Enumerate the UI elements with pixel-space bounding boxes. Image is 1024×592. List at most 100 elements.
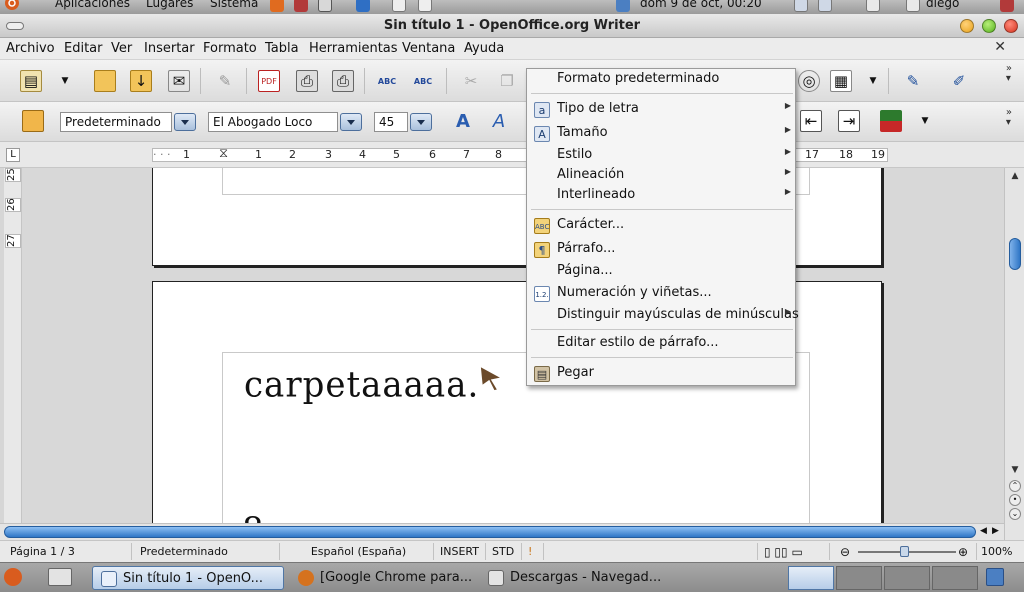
ctx-pegar[interactable]: ▤ Pegar [528, 363, 795, 384]
network-icon[interactable] [616, 0, 630, 12]
zoom-in-icon[interactable]: ⊕ [958, 545, 968, 559]
font-name-combo[interactable]: El Abogado Loco [208, 112, 338, 132]
view-layout-icons[interactable]: ▯ ▯▯ ▭ [760, 543, 830, 560]
file-manager-icon[interactable] [48, 568, 72, 586]
status-zoom[interactable]: 100% [976, 543, 1020, 560]
table-dropdown-icon[interactable]: ▼ [866, 70, 880, 92]
launcher-icon[interactable] [318, 0, 332, 12]
next-page-icon[interactable]: ⌄ [1009, 508, 1021, 520]
font-size-combo[interactable]: 45 [374, 112, 408, 132]
power-icon[interactable] [1000, 0, 1014, 12]
tray-icon[interactable] [818, 0, 832, 12]
taskbar-item-chrome[interactable]: [Google Chrome para... [290, 566, 480, 590]
ctx-distinguir-mayusculas[interactable]: Distinguir mayúsculas de minúsculas ▶ [528, 305, 799, 326]
menu-ayuda[interactable]: Ayuda [464, 41, 504, 56]
edit-file-icon[interactable]: ✎ [214, 70, 236, 92]
export-pdf-icon[interactable]: PDF [258, 70, 280, 92]
ctx-estilo[interactable]: Estilo ▶ [528, 145, 795, 166]
ctx-interlineado[interactable]: Interlineado ▶ [528, 185, 795, 206]
horizontal-scrollbar[interactable]: ◀ ▶ [0, 523, 1004, 540]
status-page[interactable]: Página 1 / 3 [6, 543, 132, 560]
menu-ventana[interactable]: Ventana [402, 41, 455, 56]
close-document-icon[interactable]: ✕ [994, 39, 1006, 55]
table-icon[interactable]: ▦ [830, 70, 852, 92]
menu-tabla[interactable]: Tabla [265, 41, 299, 56]
increase-indent-icon[interactable]: ⇥ [838, 110, 860, 132]
menu-herramientas[interactable]: Herramientas [309, 41, 398, 56]
toolbar-overflow-icon[interactable]: » ▾ [1006, 108, 1012, 128]
close-window-icon[interactable] [1004, 19, 1018, 33]
status-language[interactable]: Español (España) [284, 543, 434, 560]
ctx-numeracion-vinetas[interactable]: 1.2. Numeración y viñetas... [528, 283, 795, 304]
launcher-icon[interactable] [356, 0, 370, 12]
ubuntu-logo-icon[interactable] [4, 0, 20, 14]
ctx-tamano[interactable]: A Tamaño ▶ [528, 123, 795, 144]
workspace-2[interactable] [836, 566, 882, 590]
paragraph-style-dropdown[interactable] [174, 113, 196, 131]
copy-icon[interactable]: ❐ [496, 70, 518, 92]
ctx-alineacion[interactable]: Alineación ▶ [528, 165, 795, 186]
gallery-icon[interactable]: ✐ [948, 70, 970, 92]
previous-page-icon[interactable]: ⌃ [1009, 480, 1021, 492]
save-icon[interactable]: ↓ [130, 70, 152, 92]
print-icon[interactable]: ⎙ [296, 70, 318, 92]
draw-functions-icon[interactable]: ✎ [902, 70, 924, 92]
italic-icon[interactable]: A [488, 110, 510, 132]
workspace-4[interactable] [932, 566, 978, 590]
workspace-3[interactable] [884, 566, 930, 590]
ctx-tipo-de-letra[interactable]: a Tipo de letra ▶ [528, 99, 795, 120]
status-selection-mode[interactable]: STD [488, 543, 522, 560]
maximize-icon[interactable] [982, 19, 996, 33]
new-document-icon[interactable]: ▤ [20, 70, 42, 92]
background-color-icon[interactable] [880, 110, 902, 132]
ctx-caracter[interactable]: ABC Carácter... [528, 215, 795, 236]
scroll-right-icon[interactable]: ▶ [992, 526, 999, 536]
status-page-style[interactable]: Predeterminado [136, 543, 280, 560]
document-text[interactable]: carpetaaaaa. [244, 364, 479, 406]
vertical-scroll-thumb[interactable] [1009, 238, 1021, 270]
document-area[interactable]: carpetaaaaa. 8 [22, 168, 1004, 523]
launcher-icon[interactable] [418, 0, 432, 12]
clock[interactable]: dom 9 de oct, 00:20 [640, 0, 762, 10]
document-modified-icon[interactable]: ! [524, 543, 544, 560]
horizontal-scroll-thumb[interactable] [4, 526, 976, 538]
menu-sistema[interactable]: Sistema [210, 0, 258, 10]
show-desktop-icon[interactable] [4, 568, 22, 586]
spellcheck-icon[interactable]: ABC [376, 70, 398, 92]
tab-selector[interactable]: L [6, 148, 20, 162]
menu-archivo[interactable]: Archivo [6, 41, 55, 56]
vertical-ruler[interactable]: 25 26 27 [4, 168, 22, 523]
ctx-formato-predeterminado[interactable]: Formato predeterminado [528, 69, 795, 90]
minimize-icon[interactable] [960, 19, 974, 33]
scroll-left-icon[interactable]: ◀ [980, 526, 987, 536]
print-preview-icon[interactable]: ⎙ [332, 70, 354, 92]
launcher-icon[interactable] [392, 0, 406, 12]
autospellcheck-icon[interactable]: ABC [412, 70, 434, 92]
ctx-parrafo[interactable]: ¶ Párrafo... [528, 239, 795, 260]
color-dropdown-icon[interactable]: ▼ [918, 110, 932, 132]
menu-aplicaciones[interactable]: Aplicaciones [55, 0, 130, 10]
taskbar-item-writer[interactable]: Sin título 1 - OpenO... [92, 566, 284, 590]
scroll-up-icon[interactable]: ▲ [1008, 170, 1022, 182]
workspace-1[interactable] [788, 566, 834, 590]
email-icon[interactable]: ✉ [168, 70, 190, 92]
vertical-scrollbar[interactable]: ▲ ▼ ⌃ • ⌄ [1004, 168, 1024, 540]
styles-formatting-icon[interactable] [22, 110, 44, 132]
navigator-icon[interactable]: ◎ [798, 70, 820, 92]
status-insert-mode[interactable]: INSERT [436, 543, 486, 560]
menu-formato[interactable]: Formato [203, 41, 257, 56]
toolbar-overflow-icon[interactable]: » ▾ [1006, 64, 1012, 84]
mail-icon[interactable] [866, 0, 880, 12]
taskbar-item-downloads[interactable]: Descargas - Navegad... [480, 566, 670, 590]
font-size-dropdown[interactable] [410, 113, 432, 131]
new-dropdown-icon[interactable]: ▼ [58, 70, 72, 92]
menu-ver[interactable]: Ver [111, 41, 132, 56]
navigation-icon[interactable]: • [1009, 494, 1021, 506]
scroll-down-icon[interactable]: ▼ [1008, 464, 1022, 476]
firefox-launcher-icon[interactable] [270, 0, 284, 12]
zoom-slider-knob[interactable] [900, 546, 909, 557]
trash-icon[interactable] [986, 568, 1004, 586]
ctx-pagina[interactable]: Página... [528, 261, 795, 282]
tray-icon[interactable] [794, 0, 808, 12]
menu-lugares[interactable]: Lugares [146, 0, 193, 10]
